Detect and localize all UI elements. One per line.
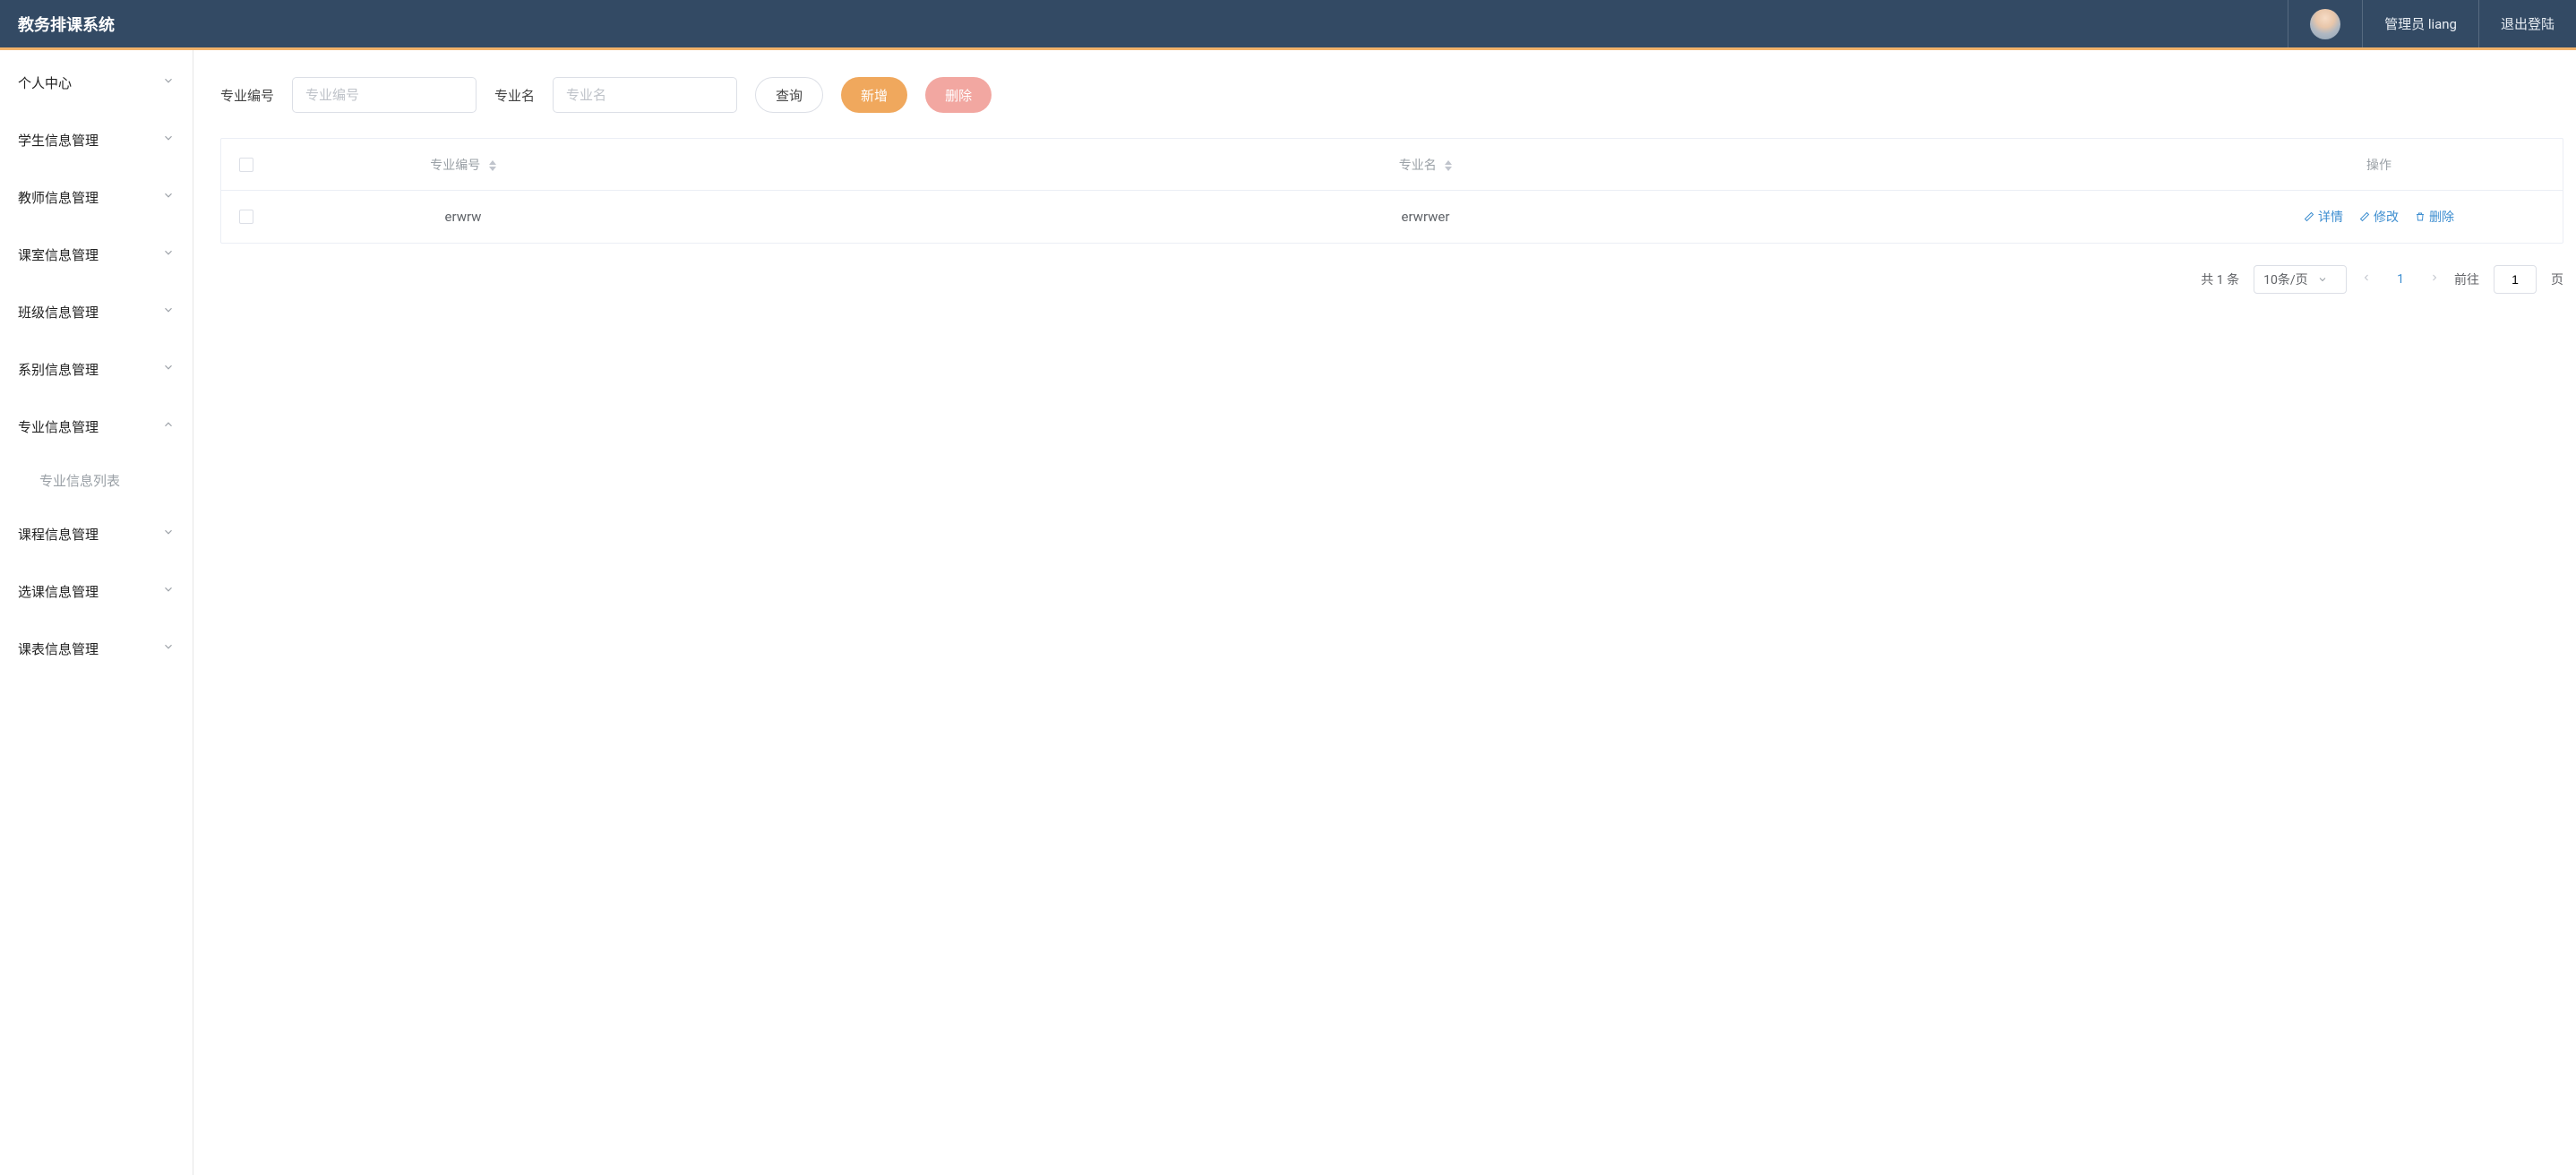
- filter-label-name: 专业名: [494, 86, 535, 105]
- row-checkbox-cell: [221, 210, 270, 224]
- sort-icon: [1445, 160, 1452, 171]
- search-button[interactable]: 查询: [755, 77, 823, 113]
- chevron-down-icon: [162, 361, 175, 377]
- sidebar-item-student-info[interactable]: 学生信息管理: [0, 111, 193, 168]
- chevron-down-icon: [162, 583, 175, 599]
- chevron-down-icon: [162, 74, 175, 90]
- sidebar-item-label: 课程信息管理: [18, 525, 99, 544]
- column-header-code[interactable]: 专业编号: [270, 156, 656, 174]
- row-checkbox[interactable]: [239, 210, 253, 224]
- data-table: 专业编号 专业名 操作 erwrw erwrwer: [220, 138, 2563, 244]
- edit-icon: [2304, 211, 2314, 222]
- sidebar-item-label: 系别信息管理: [18, 360, 99, 379]
- chevron-down-icon: [162, 189, 175, 205]
- total-text: 共 1 条: [2201, 270, 2239, 288]
- chevron-right-icon: [2429, 272, 2440, 283]
- sidebar-item-department-info[interactable]: 系别信息管理: [0, 340, 193, 398]
- goto-page-input[interactable]: [2494, 265, 2537, 294]
- sidebar-item-personal-center[interactable]: 个人中心: [0, 54, 193, 111]
- page-size-select[interactable]: 10条/页: [2254, 265, 2347, 294]
- sidebar-item-label: 个人中心: [18, 73, 72, 92]
- main-content: 专业编号 专业名 查询 新增 删除 专业编号 专业名: [193, 50, 2576, 1175]
- next-page-button[interactable]: [2429, 272, 2440, 287]
- chevron-down-icon: [2317, 274, 2328, 285]
- app-header: 教务排课系统 管理员 liang 退出登陆: [0, 0, 2576, 47]
- add-button[interactable]: 新增: [841, 77, 907, 113]
- edit-icon: [2359, 211, 2370, 222]
- action-delete-label: 删除: [2429, 208, 2454, 226]
- header-checkbox-cell: [221, 158, 270, 172]
- sidebar-item-label: 课表信息管理: [18, 639, 99, 658]
- chevron-down-icon: [162, 640, 175, 656]
- chevron-down-icon: [162, 526, 175, 542]
- table-row: erwrw erwrwer 详情 修改: [221, 191, 2563, 243]
- chevron-down-icon: [162, 304, 175, 320]
- chevron-up-icon: [162, 418, 175, 434]
- prev-page-button[interactable]: [2361, 272, 2372, 287]
- avatar-container: [2288, 9, 2362, 39]
- sidebar-item-enrollment-info[interactable]: 选课信息管理: [0, 562, 193, 620]
- delete-button[interactable]: 删除: [925, 77, 992, 113]
- sidebar-item-label: 选课信息管理: [18, 582, 99, 601]
- sidebar-item-class-info[interactable]: 班级信息管理: [0, 283, 193, 340]
- select-all-checkbox[interactable]: [239, 158, 253, 172]
- sidebar-item-classroom-info[interactable]: 课室信息管理: [0, 226, 193, 283]
- column-header-ops: 操作: [2195, 156, 2563, 174]
- sort-icon: [489, 160, 496, 171]
- sidebar-item-teacher-info[interactable]: 教师信息管理: [0, 168, 193, 226]
- action-detail-label: 详情: [2318, 208, 2343, 226]
- sidebar-subitem-major-list[interactable]: 专业信息列表: [0, 455, 193, 505]
- sidebar-item-label: 专业信息管理: [18, 417, 99, 436]
- page-number[interactable]: 1: [2397, 272, 2404, 287]
- goto-label: 前往: [2454, 270, 2479, 288]
- sidebar: 个人中心 学生信息管理 教师信息管理 课室信息管理 班级信息管理: [0, 50, 193, 1175]
- goto-suffix: 页: [2551, 270, 2563, 288]
- action-edit-label: 修改: [2374, 208, 2399, 226]
- column-header-label: 专业编号: [430, 159, 480, 173]
- sidebar-item-label: 教师信息管理: [18, 188, 99, 207]
- sidebar-item-label: 课室信息管理: [18, 245, 99, 264]
- cell-code: erwrw: [270, 209, 656, 225]
- sidebar-item-timetable-info[interactable]: 课表信息管理: [0, 620, 193, 677]
- sidebar-item-label: 班级信息管理: [18, 303, 99, 322]
- page-navigation: 1: [2361, 272, 2440, 287]
- sidebar-item-major-info[interactable]: 专业信息管理: [0, 398, 193, 455]
- app-title: 教务排课系统: [0, 13, 133, 36]
- table-header-row: 专业编号 专业名 操作: [221, 139, 2563, 191]
- logout-button[interactable]: 退出登陆: [2479, 0, 2576, 47]
- cell-ops: 详情 修改 删除: [2195, 208, 2563, 226]
- action-delete[interactable]: 删除: [2415, 208, 2454, 226]
- sidebar-item-label: 学生信息管理: [18, 131, 99, 150]
- column-header-label: 专业名: [1399, 159, 1437, 173]
- page-size-label: 10条/页: [2263, 270, 2308, 288]
- column-header-name[interactable]: 专业名: [656, 156, 2195, 174]
- trash-icon: [2415, 211, 2426, 222]
- filter-input-name[interactable]: [553, 77, 737, 113]
- filter-label-code: 专业编号: [220, 86, 274, 105]
- pagination: 共 1 条 10条/页 1 前往 页: [220, 265, 2563, 294]
- filter-input-code[interactable]: [292, 77, 477, 113]
- sidebar-item-course-info[interactable]: 课程信息管理: [0, 505, 193, 562]
- user-label: 管理员 liang: [2363, 0, 2478, 47]
- chevron-left-icon: [2361, 272, 2372, 283]
- filter-bar: 专业编号 专业名 查询 新增 删除: [220, 77, 2563, 113]
- chevron-down-icon: [162, 246, 175, 262]
- cell-name: erwrwer: [656, 209, 2195, 225]
- action-edit[interactable]: 修改: [2359, 208, 2399, 226]
- action-detail[interactable]: 详情: [2304, 208, 2343, 226]
- user-avatar[interactable]: [2310, 9, 2340, 39]
- chevron-down-icon: [162, 132, 175, 148]
